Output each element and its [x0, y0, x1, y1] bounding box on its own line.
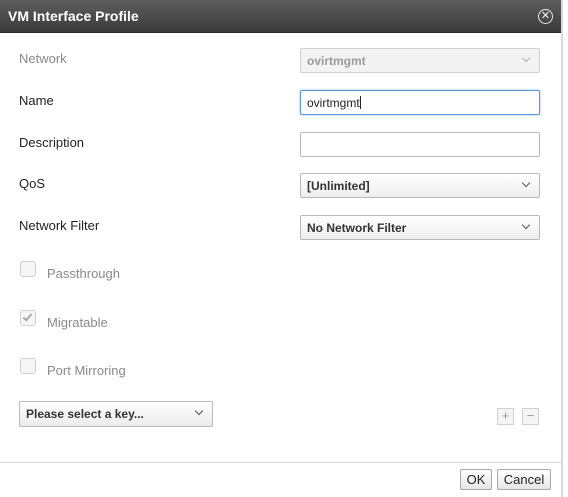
network-filter-label: Network Filter [19, 218, 100, 233]
text-caret [359, 96, 361, 109]
chevron-down-icon [521, 53, 531, 63]
chevron-down-icon [521, 178, 531, 188]
dialog-right-border [561, 0, 563, 497]
qos-select[interactable]: [Unlimited] [300, 173, 540, 198]
name-field[interactable]: ovirtmgmt [300, 90, 540, 115]
dialog-header: VM Interface Profile ✕ [0, 0, 562, 33]
chevron-down-icon [521, 220, 531, 230]
network-label: Network [19, 51, 67, 66]
dialog-title: VM Interface Profile [8, 8, 139, 24]
network-select-value: ovirtmgmt [307, 54, 366, 68]
check-icon [22, 311, 33, 322]
passthrough-checkbox[interactable] [20, 261, 36, 277]
port-mirroring-label: Port Mirroring [47, 363, 126, 378]
qos-select-value: [Unlimited] [307, 179, 370, 193]
network-filter-select[interactable]: No Network Filter [300, 215, 540, 240]
migratable-checkbox[interactable] [20, 310, 36, 326]
name-field-value: ovirtmgmt [307, 96, 360, 110]
network-filter-select-value: No Network Filter [307, 221, 407, 235]
qos-label: QoS [19, 176, 46, 191]
cancel-button[interactable]: Cancel [497, 469, 551, 490]
description-label: Description [19, 135, 85, 150]
chevron-down-icon [194, 406, 204, 416]
ok-button[interactable]: OK [460, 469, 492, 490]
custom-property-key-select[interactable]: Please select a key... [19, 401, 213, 427]
add-property-button[interactable]: + [497, 408, 514, 425]
port-mirroring-checkbox[interactable] [20, 358, 36, 374]
key-select-value: Please select a key... [26, 407, 144, 421]
close-icon[interactable]: ✕ [538, 9, 553, 24]
remove-property-button[interactable]: − [522, 408, 539, 425]
network-select: ovirtmgmt [300, 48, 540, 73]
name-label: Name [19, 93, 54, 108]
description-field[interactable] [300, 132, 540, 157]
migratable-label: Migratable [47, 315, 108, 330]
passthrough-label: Passthrough [47, 266, 120, 281]
vm-interface-profile-dialog: VM Interface Profile ✕ Network ovirtmgmt… [0, 0, 568, 497]
